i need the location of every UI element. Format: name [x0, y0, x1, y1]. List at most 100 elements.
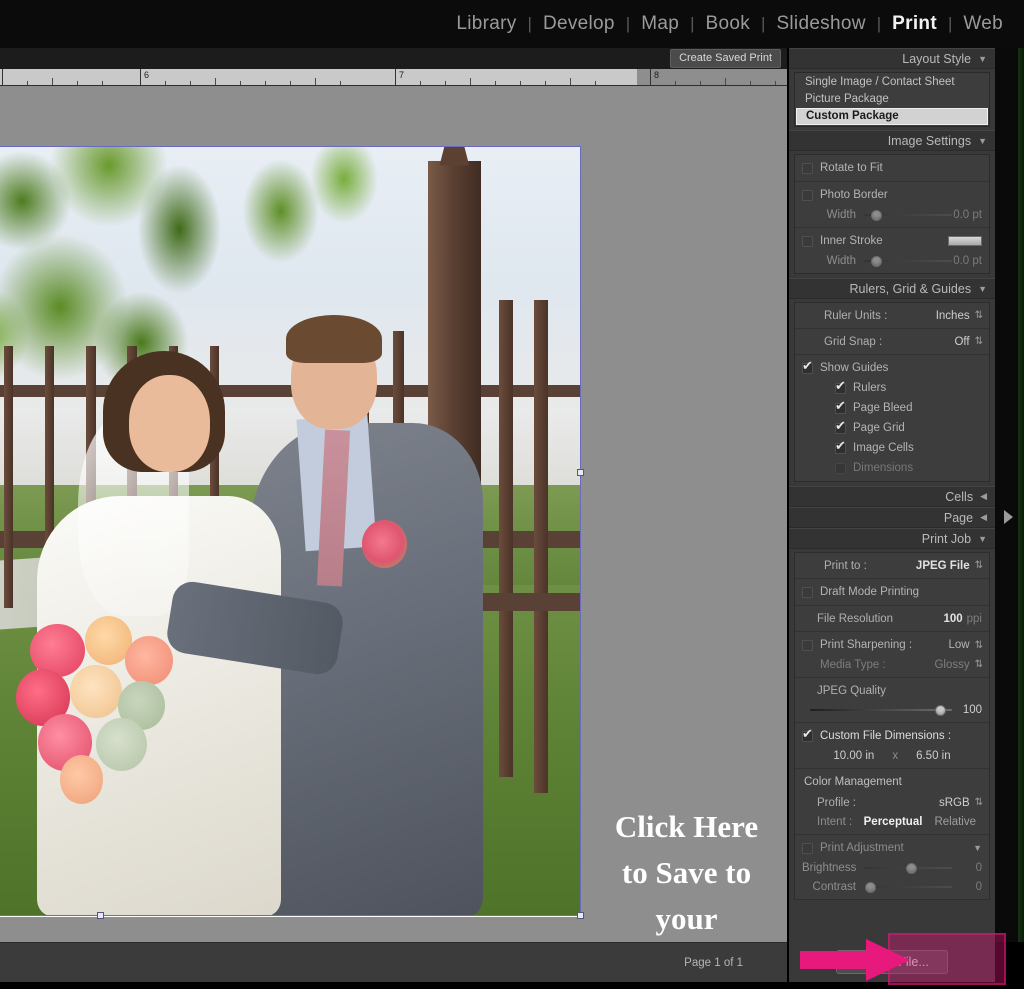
chevron-down-icon: ▼ [978, 135, 987, 146]
brightness-track[interactable] [864, 862, 952, 874]
guide-rulers-row[interactable]: Rulers [795, 378, 989, 398]
print-sharpening-row[interactable]: Print Sharpening : Low ⇅ [795, 635, 989, 655]
section-header-page[interactable]: Page ◀ [789, 507, 995, 528]
stepper-icon[interactable]: ⇅ [975, 640, 983, 651]
file-width-value[interactable]: 10.00 in [833, 750, 874, 762]
custom-file-dimensions-row[interactable]: Custom File Dimensions : [795, 726, 989, 746]
inner-stroke-checkbox[interactable] [802, 235, 813, 247]
profile-label: Profile : [817, 796, 856, 809]
chevron-down-icon[interactable]: ▼ [973, 843, 982, 853]
intent-option-perceptual[interactable]: Perceptual [858, 816, 929, 828]
contrast-row[interactable]: Contrast 0 [795, 877, 989, 896]
print-to-row[interactable]: Print to : JPEG File ⇅ [795, 556, 989, 575]
rotate-to-fit-checkbox[interactable] [802, 162, 813, 174]
show-guides-checkbox[interactable] [802, 359, 813, 374]
print-to-file-button[interactable]: Print to File... [836, 950, 948, 974]
grid-snap-value[interactable]: Off [954, 336, 969, 348]
module-slideshow[interactable]: Slideshow [765, 13, 876, 35]
stepper-icon[interactable]: ⇅ [975, 336, 983, 347]
contrast-track[interactable] [864, 881, 952, 893]
profile-value[interactable]: sRGB [939, 797, 970, 809]
layout-option-single-image[interactable]: Single Image / Contact Sheet [796, 74, 988, 91]
print-to-label: Print to : [824, 559, 867, 572]
rotate-to-fit-row[interactable]: Rotate to Fit [795, 158, 989, 178]
work-area: Create Saved Print 6 7 8 Click Here to S… [0, 48, 787, 982]
print-to-value[interactable]: JPEG File [916, 560, 970, 572]
module-book[interactable]: Book [695, 13, 762, 35]
inner-stroke-width-row[interactable]: Width 0.0 pt [795, 251, 989, 270]
inner-stroke-row[interactable]: Inner Stroke [795, 231, 989, 251]
ruler-units-value[interactable]: Inches [936, 310, 970, 322]
file-height-value[interactable]: 6.50 in [916, 750, 951, 762]
profile-row[interactable]: Profile : sRGB ⇅ [795, 793, 989, 812]
section-header-image-settings[interactable]: Image Settings ▼ [789, 130, 995, 151]
brightness-row[interactable]: Brightness 0 [795, 858, 989, 877]
contrast-value: 0 [975, 880, 982, 893]
custom-file-dimensions-checkbox[interactable] [802, 727, 813, 742]
bottom-bar: Page 1 of 1 Print to File... [0, 942, 1024, 989]
wedding-photo [0, 146, 581, 916]
intent-option-relative[interactable]: Relative [928, 816, 982, 828]
page-count-label: Page 1 of 1 [684, 956, 743, 969]
panel-collapse-arrow-icon[interactable] [1004, 510, 1013, 524]
module-web[interactable]: Web [952, 13, 1014, 35]
guide-rulers-checkbox[interactable] [835, 379, 846, 394]
print-preview-canvas[interactable]: Click Here to Save to your computer [0, 86, 787, 982]
stepper-icon[interactable]: ⇅ [975, 797, 983, 808]
guide-page-grid-row[interactable]: Page Grid [795, 418, 989, 438]
file-resolution-row[interactable]: File Resolution 100 ppi [795, 609, 989, 628]
show-guides-row[interactable]: Show Guides [795, 358, 989, 378]
print-sharpening-value[interactable]: Low [949, 639, 970, 651]
draft-mode-checkbox[interactable] [802, 586, 813, 598]
layout-option-picture-package[interactable]: Picture Package [796, 91, 988, 108]
stepper-icon[interactable]: ⇅ [975, 310, 983, 321]
stepper-icon[interactable]: ⇅ [975, 560, 983, 571]
guide-dimensions-checkbox[interactable] [835, 462, 846, 474]
media-type-row[interactable]: Media Type : Glossy ⇅ [795, 655, 989, 674]
ruler-units-row[interactable]: Ruler Units : Inches ⇅ [795, 306, 989, 325]
jpeg-quality-value[interactable]: 100 [952, 704, 982, 716]
jpeg-quality-track[interactable] [810, 704, 952, 716]
guide-image-cells-row[interactable]: Image Cells [795, 438, 989, 458]
guide-page-bleed-checkbox[interactable] [835, 399, 846, 414]
photo-border-width-row[interactable]: Width 0.0 pt [795, 205, 989, 224]
module-print[interactable]: Print [881, 13, 948, 35]
print-sharpening-checkbox[interactable] [802, 639, 813, 651]
guide-image-cells-checkbox[interactable] [835, 439, 846, 454]
create-saved-print-button[interactable]: Create Saved Print [670, 48, 781, 69]
stepper-icon[interactable]: ⇅ [975, 659, 983, 670]
section-header-print-job[interactable]: Print Job ▼ [789, 528, 995, 549]
section-header-layout-style[interactable]: Layout Style ▼ [789, 48, 995, 69]
module-library[interactable]: Library [445, 13, 527, 35]
guide-page-bleed-row[interactable]: Page Bleed [795, 398, 989, 418]
file-resolution-unit: ppi [966, 612, 982, 625]
jpeg-quality-row[interactable]: 100 [795, 700, 989, 719]
guide-page-bleed-label: Page Bleed [853, 402, 913, 414]
photo-border-checkbox[interactable] [802, 189, 813, 201]
inner-stroke-width-value: 0.0 pt [953, 254, 982, 267]
custom-file-dimensions-label: Custom File Dimensions : [820, 730, 952, 742]
section-header-rulers-grid-guides[interactable]: Rulers, Grid & Guides ▼ [789, 278, 995, 299]
guide-dimensions-row[interactable]: Dimensions [795, 458, 989, 478]
guide-page-grid-checkbox[interactable] [835, 419, 846, 434]
photo-border-row[interactable]: Photo Border [795, 185, 989, 205]
grid-snap-row[interactable]: Grid Snap : Off ⇅ [795, 332, 989, 351]
inner-stroke-width-label: Width [826, 254, 856, 267]
print-adjustment-row[interactable]: Print Adjustment ▼ [795, 838, 989, 858]
image-cell-photo[interactable] [0, 146, 581, 916]
module-develop[interactable]: Develop [532, 13, 626, 35]
media-type-value[interactable]: Glossy [934, 659, 969, 671]
layout-option-custom-package[interactable]: Custom Package [796, 108, 988, 125]
guide-page-grid-label: Page Grid [853, 422, 905, 434]
inner-stroke-width-track[interactable] [864, 255, 952, 267]
horizontal-ruler[interactable]: 6 7 8 [0, 69, 787, 86]
photo-border-width-knob [871, 209, 883, 221]
draft-mode-row[interactable]: Draft Mode Printing [795, 582, 989, 602]
module-map[interactable]: Map [630, 13, 690, 35]
inner-stroke-color-swatch[interactable] [948, 236, 982, 246]
ruler-units-label: Ruler Units : [824, 309, 888, 322]
section-header-cells[interactable]: Cells ◀ [789, 486, 995, 507]
file-resolution-value[interactable]: 100 [943, 613, 962, 625]
print-adjustment-checkbox[interactable] [802, 842, 813, 854]
photo-border-width-track[interactable] [864, 209, 952, 221]
